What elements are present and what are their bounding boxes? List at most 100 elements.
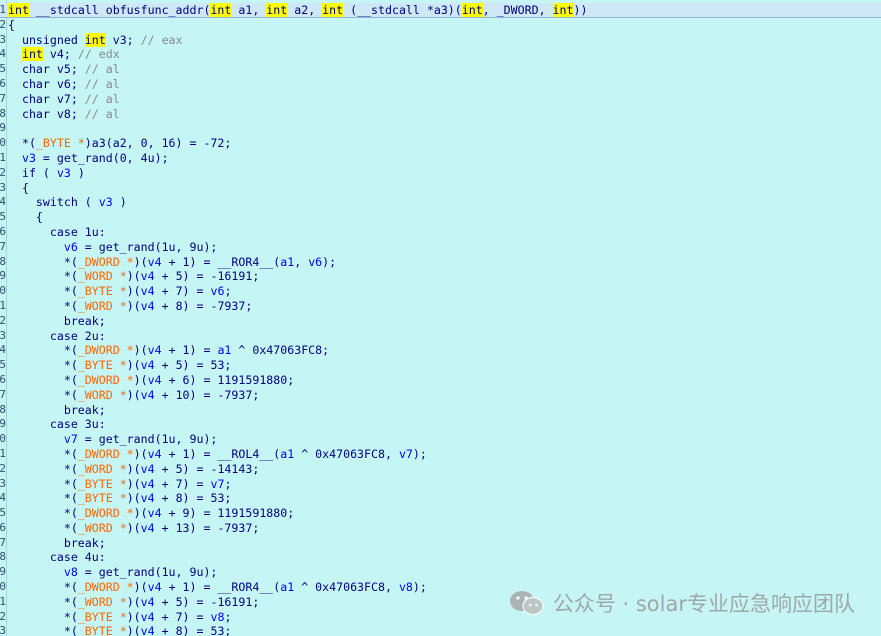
code-line[interactable]: 23 case 2u: <box>0 329 881 344</box>
code-line[interactable]: 17 v6 = get_rand(1u, 9u); <box>0 240 881 255</box>
code-line[interactable]: 14 switch ( v3 ) <box>0 195 881 210</box>
code-token: _WORD * <box>77 298 127 313</box>
line-number: 4 <box>0 47 6 61</box>
code-token: *( <box>8 609 78 624</box>
code-token: _BYTE * <box>77 476 127 491</box>
code-token: { <box>8 210 43 225</box>
line-number: 40 <box>0 580 6 594</box>
code-text: *(_DWORD *)(v4 + 6) = 1191591880; <box>8 373 294 388</box>
code-line[interactable]: 2{ <box>0 18 881 33</box>
line-number: 15 <box>0 210 6 224</box>
code-line[interactable]: 7 char v7; // al <box>0 92 881 107</box>
code-text: *(_DWORD *)(v4 + 9) = 1191591880; <box>8 506 294 521</box>
code-token: v7 <box>210 476 225 491</box>
code-text: case 1u: <box>8 225 106 240</box>
code-token: )a3(a2, 0, 16) = -72; <box>84 136 232 151</box>
line-number: 36 <box>0 520 6 534</box>
code-token: + 5) = -16191; <box>154 269 260 284</box>
code-line[interactable]: 33 *(_BYTE *)(v4 + 7) = v7; <box>0 477 881 492</box>
code-token: v7 <box>398 446 413 461</box>
line-number: 10 <box>0 136 6 150</box>
code-token: *( <box>8 461 78 476</box>
code-text: *(_WORD *)(v4 + 5) = -16191; <box>8 594 260 610</box>
code-token: )) <box>573 3 588 17</box>
code-line[interactable]: 18 *(_DWORD *)(v4 + 1) = __ROR4__(a1, v6… <box>0 255 881 270</box>
code-line[interactable]: 32 *(_WORD *)(v4 + 5) = -14143; <box>0 462 881 477</box>
code-token: *( <box>8 580 78 595</box>
line-number: 8 <box>0 106 6 120</box>
code-text: *(_BYTE *)(v4 + 7) = v7; <box>8 476 232 492</box>
code-line[interactable]: 15 { <box>0 210 881 225</box>
code-line[interactable]: 36 *(_WORD *)(v4 + 13) = -7937; <box>0 521 881 536</box>
code-line[interactable]: 4 int v4; // edx <box>0 47 881 62</box>
code-token: case 1u: <box>8 224 106 239</box>
code-token: )( <box>126 491 141 506</box>
code-line[interactable]: 20 *(_BYTE *)(v4 + 7) = v6; <box>0 284 881 299</box>
code-line[interactable]: 13 { <box>0 181 881 196</box>
code-line[interactable]: 22 break; <box>0 314 881 329</box>
code-line[interactable]: 35 *(_DWORD *)(v4 + 9) = 1191591880; <box>0 506 881 521</box>
code-line[interactable]: 3 unsigned int v3; // eax <box>0 32 881 48</box>
code-line[interactable]: 30 v7 = get_rand(1u, 9u); <box>0 432 881 447</box>
code-text: *(_WORD *)(v4 + 10) = -7937; <box>8 387 260 403</box>
code-token: ^ 0x47063FC8; <box>231 343 330 358</box>
code-token: __stdcall obfusfunc_addr( <box>28 3 211 17</box>
code-token: char v7; <box>8 91 85 106</box>
code-token: )( <box>126 476 141 491</box>
code-line[interactable]: 43 *(_BYTE *)(v4 + 8) = 53; <box>0 624 881 636</box>
code-line[interactable]: 34 *(_BYTE *)(v4 + 8) = 53; <box>0 491 881 506</box>
code-line[interactable]: 29 case 3u: <box>0 417 881 432</box>
line-number: 9 <box>0 121 6 135</box>
code-line[interactable]: 8 char v8; // al <box>0 107 881 122</box>
code-token: )( <box>126 609 141 624</box>
code-line[interactable]: 9 <box>0 121 881 136</box>
code-text: *(_BYTE *)(v4 + 8) = 53; <box>8 491 232 506</box>
code-token: + 8) = -7937; <box>154 298 253 313</box>
code-token: int <box>8 3 29 17</box>
code-token: v4 <box>147 343 162 358</box>
code-line[interactable]: 6 char v6; // al <box>0 77 881 92</box>
code-line[interactable]: 21 *(_WORD *)(v4 + 8) = -7937; <box>0 299 881 314</box>
code-line[interactable]: 38 case 4u: <box>0 550 881 565</box>
code-token: a1 <box>280 254 295 269</box>
line-number: 33 <box>0 476 6 490</box>
code-line[interactable]: 28 break; <box>0 403 881 418</box>
code-line[interactable]: 11 v3 = get_rand(0, 4u); <box>0 151 881 166</box>
line-number: 26 <box>0 372 6 386</box>
line-number: 7 <box>0 91 6 105</box>
code-token: + 9) = 1191591880; <box>161 506 295 521</box>
line-number: 23 <box>0 328 6 342</box>
pseudocode-editor[interactable]: 1 int __stdcall obfusfunc_addr(int a1, in… <box>0 0 881 636</box>
code-line[interactable]: 1 int __stdcall obfusfunc_addr(int a1, in… <box>0 3 881 18</box>
code-token: *( <box>8 387 78 402</box>
code-token: + 1) = __ROR4__( <box>161 254 281 269</box>
code-token: v3 <box>56 165 71 180</box>
line-number: 5 <box>0 62 6 76</box>
line-number: 32 <box>0 461 6 475</box>
code-line[interactable]: 37 break; <box>0 536 881 551</box>
code-token: v4 <box>147 580 162 595</box>
code-line[interactable]: 25 *(_BYTE *)(v4 + 5) = 53; <box>0 358 881 373</box>
code-line[interactable]: 10 *(_BYTE *)a3(a2, 0, 16) = -72; <box>0 136 881 151</box>
code-token: ^ 0x47063FC8, <box>294 446 399 461</box>
code-token: v6 <box>210 284 225 299</box>
code-line[interactable]: 19 *(_WORD *)(v4 + 5) = -16191; <box>0 269 881 284</box>
line-number: 2 <box>0 17 6 31</box>
code-text: *(_DWORD *)(v4 + 1) = __ROL4__(a1 ^ 0x47… <box>8 447 427 462</box>
line-number: 35 <box>0 506 6 520</box>
code-line[interactable]: 31 *(_DWORD *)(v4 + 1) = __ROL4__(a1 ^ 0… <box>0 447 881 462</box>
code-line[interactable]: 27 *(_WORD *)(v4 + 10) = -7937; <box>0 388 881 403</box>
code-line[interactable]: 24 *(_DWORD *)(v4 + 1) = a1 ^ 0x47063FC8… <box>0 343 881 358</box>
code-line[interactable]: 12 if ( v3 ) <box>0 166 881 181</box>
line-number: 25 <box>0 358 6 372</box>
code-token: v7 <box>63 432 78 447</box>
code-token: + 7) = <box>154 284 211 299</box>
code-line[interactable]: 5 char v5; // al <box>0 62 881 77</box>
code-token: v4 <box>140 461 155 476</box>
code-line[interactable]: 26 *(_DWORD *)(v4 + 6) = 1191591880; <box>0 373 881 388</box>
code-token: *( <box>8 594 78 609</box>
code-text: *(_BYTE *)(v4 + 5) = 53; <box>8 358 232 373</box>
code-line[interactable]: 39 v8 = get_rand(1u, 9u); <box>0 565 881 580</box>
code-line[interactable]: 16 case 1u: <box>0 225 881 240</box>
code-token: + 10) = -7937; <box>154 387 260 402</box>
